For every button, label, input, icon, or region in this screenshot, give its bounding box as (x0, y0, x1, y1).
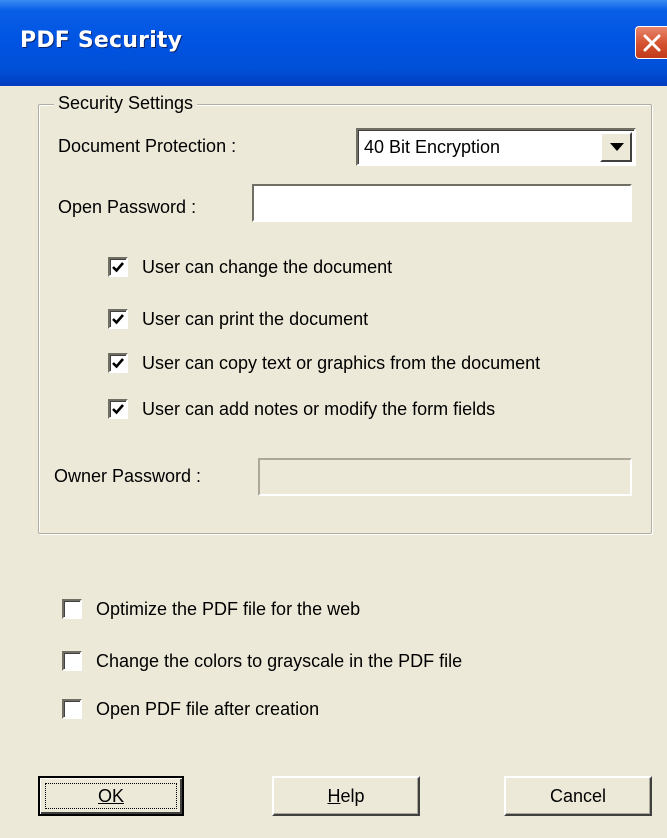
permission-change-row[interactable]: User can change the document (108, 256, 392, 278)
permission-change-label: User can change the document (142, 257, 393, 277)
chevron-down-icon (610, 143, 624, 151)
permission-notes-label: User can add notes or modify the form fi… (142, 399, 496, 419)
document-protection-label: Document Protection : (58, 136, 237, 156)
permission-print-checkbox[interactable] (108, 309, 128, 329)
open-password-label: Open Password : (58, 197, 197, 217)
option-optimize-row[interactable]: Optimize the PDF file for the web (62, 598, 360, 620)
permission-change-checkbox[interactable] (108, 257, 128, 277)
checkmark-icon (112, 262, 124, 273)
permission-copy-row[interactable]: User can copy text or graphics from the … (108, 352, 540, 374)
permission-notes-row[interactable]: User can add notes or modify the form fi… (108, 398, 495, 420)
permission-print-label: User can print the document (142, 309, 369, 329)
close-icon (643, 34, 661, 52)
title-bar[interactable]: PDF Security (0, 0, 667, 86)
permission-copy-label: User can copy text or graphics from the … (142, 353, 541, 373)
close-button[interactable] (635, 26, 667, 59)
permission-copy-checkbox[interactable] (108, 353, 128, 373)
dropdown-button[interactable] (600, 132, 632, 162)
document-protection-value: 40 Bit Encryption (364, 137, 501, 157)
help-button-label: Help (327, 786, 365, 806)
security-settings-legend: Security Settings (54, 92, 198, 114)
option-open-after-checkbox[interactable] (62, 699, 82, 719)
option-grayscale-row[interactable]: Change the colors to grayscale in the PD… (62, 650, 462, 672)
option-grayscale-checkbox[interactable] (62, 651, 82, 671)
help-button[interactable]: Help (272, 776, 420, 816)
open-password-field[interactable] (252, 184, 632, 222)
window-title: PDF Security (20, 28, 183, 53)
option-grayscale-label: Change the colors to grayscale in the PD… (96, 651, 463, 671)
option-optimize-checkbox[interactable] (62, 599, 82, 619)
checkmark-icon (112, 404, 124, 415)
cancel-button[interactable]: Cancel (504, 776, 652, 816)
option-open-after-label: Open PDF file after creation (96, 699, 320, 719)
owner-password-label: Owner Password : (54, 466, 202, 486)
document-protection-select[interactable]: 40 Bit Encryption (356, 128, 636, 166)
cancel-button-label: Cancel (549, 786, 607, 806)
option-open-after-row[interactable]: Open PDF file after creation (62, 698, 319, 720)
ok-button[interactable]: OK (38, 776, 184, 816)
option-optimize-label: Optimize the PDF file for the web (96, 599, 361, 619)
owner-password-field[interactable] (258, 458, 632, 496)
permission-print-row[interactable]: User can print the document (108, 308, 368, 330)
focus-ring (45, 783, 177, 809)
checkmark-icon (112, 358, 124, 369)
permission-notes-checkbox[interactable] (108, 399, 128, 419)
checkmark-icon (112, 314, 124, 325)
